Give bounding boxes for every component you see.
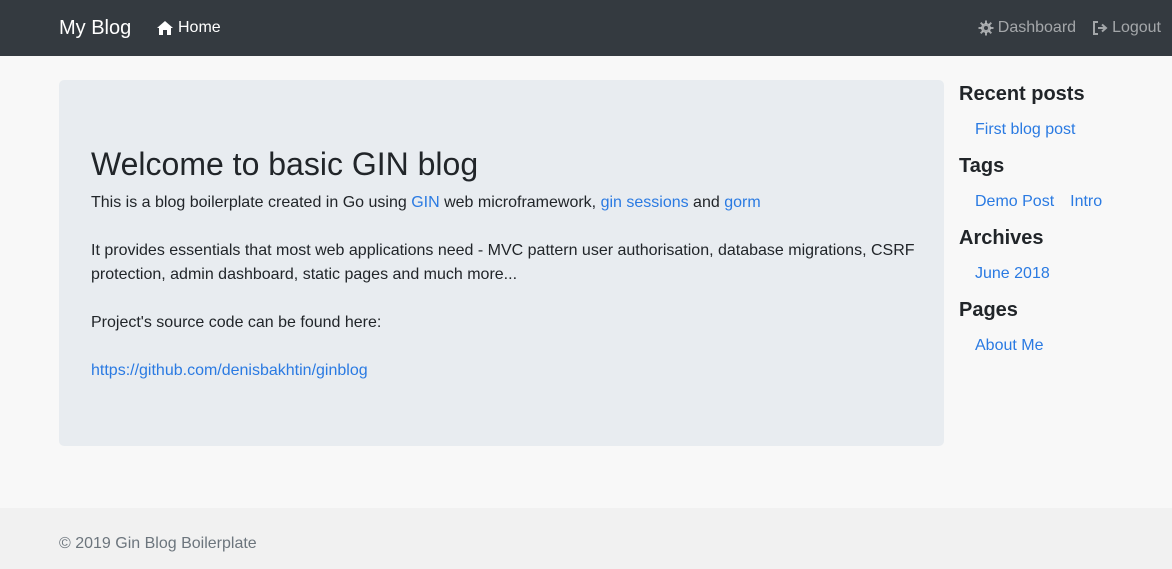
nav-dashboard-link[interactable]: Dashboard xyxy=(978,19,1076,37)
nav-right-group: Dashboard Logout xyxy=(978,19,1161,37)
footer: © 2019 Gin Blog Boilerplate xyxy=(0,508,1172,569)
archives-list: June 2018 xyxy=(959,262,1169,286)
nav-dashboard-label: Dashboard xyxy=(997,19,1077,36)
nav-logout-label: Logout xyxy=(1112,19,1161,36)
tag-link-demo-post[interactable]: Demo Post xyxy=(975,193,1054,210)
recent-post-link[interactable]: First blog post xyxy=(975,121,1075,138)
intro-paragraph: This is a blog boilerplate created in Go… xyxy=(91,191,931,215)
sign-out-icon xyxy=(1093,21,1108,35)
repo-link[interactable]: https://github.com/denisbakhtin/ginblog xyxy=(91,362,368,379)
recent-posts-list: First blog post xyxy=(959,118,1169,142)
intro-mid2: and xyxy=(688,194,725,211)
list-item: Intro xyxy=(1070,190,1102,214)
brand-link[interactable]: My Blog xyxy=(59,17,131,40)
source-paragraph: Project's source code can be found here: xyxy=(91,314,382,331)
page-title: Welcome to basic GIN blog xyxy=(91,146,479,182)
gin-sessions-link[interactable]: gin sessions xyxy=(601,194,689,211)
page-link-about-me[interactable]: About Me xyxy=(975,337,1043,354)
tag-link-intro[interactable]: Intro xyxy=(1070,193,1102,210)
archive-link[interactable]: June 2018 xyxy=(975,265,1050,282)
top-navbar: My Blog Home Dashboard Logout xyxy=(0,0,1172,56)
recent-posts-heading: Recent posts xyxy=(959,83,1085,105)
repo-paragraph: https://github.com/denisbakhtin/ginblog xyxy=(91,359,931,383)
jumbotron-body: This is a blog boilerplate created in Go… xyxy=(91,191,931,407)
gin-link[interactable]: GIN xyxy=(411,194,439,211)
list-item: First blog post xyxy=(975,118,1075,142)
tags-list: Demo Post Intro xyxy=(959,190,1169,214)
intro-mid1: web microframework, xyxy=(439,194,601,211)
nav-logout-link[interactable]: Logout xyxy=(1092,19,1161,37)
list-item: June 2018 xyxy=(975,262,1050,286)
footer-copyright: © 2019 Gin Blog Boilerplate xyxy=(59,535,257,552)
tags-heading: Tags xyxy=(959,155,1005,177)
intro-prefix: This is a blog boilerplate created in Go… xyxy=(91,194,412,211)
sidebar: Recent posts First blog post Tags Demo P… xyxy=(959,82,1169,370)
nav-home-link[interactable]: Home xyxy=(156,19,221,37)
pages-list: About Me xyxy=(959,334,1169,358)
features-paragraph: It provides essentials that most web app… xyxy=(91,242,915,283)
welcome-jumbotron: Welcome to basic GIN blog This is a blog… xyxy=(59,80,944,446)
gorm-link[interactable]: gorm xyxy=(724,194,760,211)
pages-heading: Pages xyxy=(959,299,1018,321)
list-item: About Me xyxy=(975,334,1043,358)
nav-home-label: Home xyxy=(178,19,221,36)
list-item: Demo Post xyxy=(975,190,1054,214)
gear-icon xyxy=(978,20,994,36)
home-icon xyxy=(157,21,173,35)
archives-heading: Archives xyxy=(959,227,1044,249)
